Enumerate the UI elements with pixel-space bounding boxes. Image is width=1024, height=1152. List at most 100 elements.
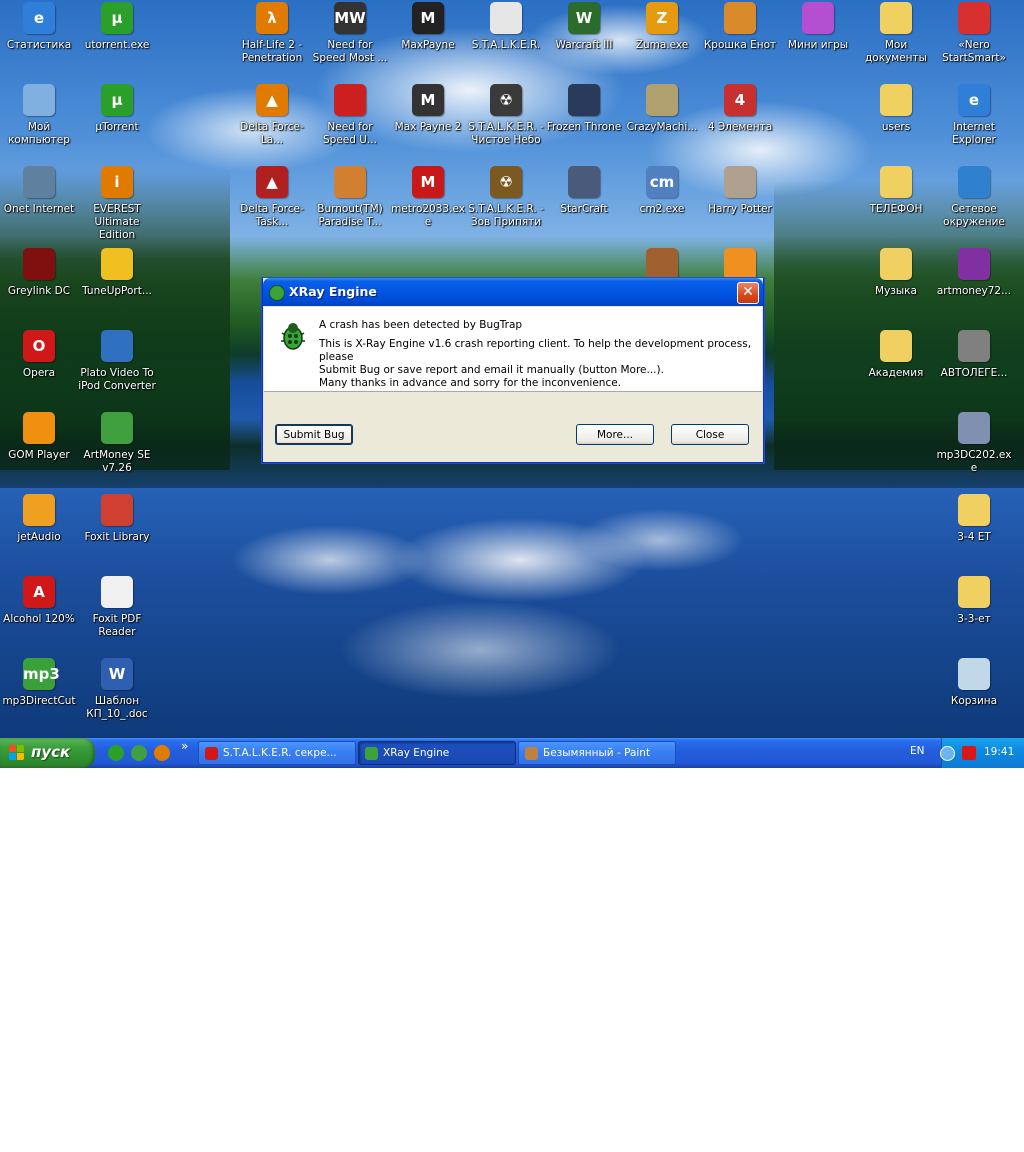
language-indicator[interactable]: EN	[910, 745, 925, 757]
desktop-icon-metro2033-exe[interactable]: Mmetro2033.exe	[389, 166, 467, 229]
desktop-icon-mp3dc202[interactable]: mp3DC202.exe	[935, 412, 1013, 475]
desktop-icon-burnout-paradise[interactable]: Burnout(TM) Paradise T...	[311, 166, 389, 229]
desktop-icon-stalker-chistoe-nebo[interactable]: ☢ S.T.A.L.K.E.R. - Чистое Небо	[467, 84, 545, 147]
desktop-icon-alcohol-120[interactable]: A Alcohol 120%	[0, 576, 78, 626]
close-icon[interactable]: ✕	[737, 282, 759, 304]
desktop-icon-label: µTorrent	[95, 121, 139, 133]
submit-bug-button[interactable]: Submit Bug	[275, 424, 353, 445]
desktop: e Статистика µ utorrent.exe λ Half-Life 2 - P…	[0, 0, 1024, 738]
desktop-icon-everest[interactable]: i EVEREST Ultimate Edition	[78, 166, 156, 242]
desktop-icon-moi-kompyuter[interactable]: Мой компьютер	[0, 84, 78, 147]
task-app-icon	[525, 747, 538, 760]
desktop-icon-harry-potter[interactable]: Harry Potter	[701, 166, 779, 216]
desktop-icon-label: ArtMoney SE v7.26	[83, 449, 151, 474]
desktop-icon-label: StarCraft	[560, 203, 608, 215]
desktop-icon-moi-dokumenty[interactable]: Мои документы	[857, 2, 935, 65]
taskbar-button[interactable]: XRay Engine	[358, 741, 516, 765]
desktop-icon-nero-startsmart[interactable]: «Nero StartSmart»	[935, 2, 1013, 65]
desktop-icon-label: Need for Speed U...	[323, 121, 377, 146]
bug-icon	[269, 285, 285, 301]
muzyka-icon	[880, 248, 912, 280]
desktop-icon-avtolege[interactable]: АВТОЛЕГЕ...	[935, 330, 1013, 380]
desktop-icon-4-elementa[interactable]: 4 4 Элемента	[701, 84, 779, 134]
desktop-icon-statistika[interactable]: e Статистика	[0, 2, 78, 52]
everest-icon: i	[101, 166, 133, 198]
desktop-icon-starcraft[interactable]: StarCraft	[545, 166, 623, 216]
desktop-icon-korzina[interactable]: Корзина	[935, 658, 1013, 708]
mutorrent-icon: µ	[101, 84, 133, 116]
tray-expand-icon[interactable]	[940, 746, 955, 761]
shablon-doc-icon: W	[101, 658, 133, 690]
taskbar-button[interactable]: S.T.A.L.K.E.R. секре...	[198, 741, 356, 765]
desktop-icon-foxit-library[interactable]: Foxit Library	[78, 494, 156, 544]
utorrent-quick-icon[interactable]	[108, 745, 124, 761]
desktop-icon-label: Burnout(TM) Paradise T...	[317, 203, 383, 228]
crash-message: This is X-Ray Engine v1.6 crash reportin…	[319, 338, 759, 390]
desktop-icon-delta-force-task[interactable]: ▲ Delta Force-Task...	[233, 166, 311, 229]
desktop-icon-mutorrent[interactable]: µ µTorrent	[78, 84, 156, 134]
desktop-icon-gom-player[interactable]: GOM Player	[0, 412, 78, 462]
more-button[interactable]: More...	[576, 424, 654, 445]
desktop-icon-cm2-exe[interactable]: cm cm2.exe	[623, 166, 701, 216]
desktop-icon-3-3-et[interactable]: 3-3-ет	[935, 576, 1013, 626]
desktop-icon-mp3directcut[interactable]: mp3 mp3DirectCut	[0, 658, 78, 708]
partial-2-icon	[724, 248, 756, 280]
desktop-icon-opera[interactable]: O Opera	[0, 330, 78, 380]
half-life-2-icon: λ	[256, 2, 288, 34]
utorrent-exe-icon: µ	[101, 2, 133, 34]
tuneup-icon	[101, 248, 133, 280]
desktop-icon-muzyka[interactable]: Музыка	[857, 248, 935, 298]
desktop-icon-delta-force-la[interactable]: ▲ Delta Force-La...	[233, 84, 311, 147]
opera-icon: O	[23, 330, 55, 362]
desktop-icon-greylink-dc[interactable]: Greylink DC	[0, 248, 78, 298]
desktop-icon-setevoe-okruzhenie[interactable]: Сетевое окружение	[935, 166, 1013, 229]
desktop-icon-kroshka-enot[interactable]: Крошка Енот	[701, 2, 779, 52]
desktop-icon-maxpayne[interactable]: M MaxPayne	[389, 2, 467, 52]
start-button[interactable]: пуск	[0, 738, 95, 768]
desktop-icon-label: Шаблон КП_10_.doc	[86, 695, 148, 720]
taskbar-button[interactable]: Безымянный - Paint	[518, 741, 676, 765]
desktop-icon-crazymachi[interactable]: CrazyMachi...	[623, 84, 701, 134]
close-button[interactable]: Close	[671, 424, 749, 445]
mini-igry-icon	[802, 2, 834, 34]
desktop-icon-label: Harry Potter	[708, 203, 772, 215]
plato-video-icon	[101, 330, 133, 362]
everest-quick-icon[interactable]	[154, 745, 170, 761]
desktop-icon-stalker-exe[interactable]: S.T.A.L.K.E.R.	[467, 2, 545, 52]
desktop-icon-max-payne-2[interactable]: M Max Payne 2	[389, 84, 467, 134]
need-for-speed-mw-icon: MW	[334, 2, 366, 34]
desktop-icon-artmoney72[interactable]: artmoney72...	[935, 248, 1013, 298]
desktop-icon-need-for-speed-mw[interactable]: MW Need for Speed Most ...	[311, 2, 389, 65]
desktop-icon-telefon[interactable]: ТЕЛЕФОН	[857, 166, 935, 216]
desktop-icon-3-4-et[interactable]: 3-4 ЕТ	[935, 494, 1013, 544]
desktop-icon-tuneup[interactable]: TuneUpPort...	[78, 248, 156, 298]
desktop-icon-need-for-speed-u[interactable]: Need for Speed U...	[311, 84, 389, 147]
desktop-icon-plato-video[interactable]: Plato Video To iPod Converter	[78, 330, 156, 393]
desktop-icon-half-life-2[interactable]: λ Half-Life 2 - Penetration	[233, 2, 311, 65]
kroshka-enot-icon	[724, 2, 756, 34]
desktop-icon-utorrent-exe[interactable]: µ utorrent.exe	[78, 2, 156, 52]
quick-launch-overflow-icon[interactable]: »	[181, 739, 188, 753]
clock[interactable]: 19:41	[984, 746, 1014, 758]
desktop-icon-foxit-pdf[interactable]: Foxit PDF Reader	[78, 576, 156, 639]
onet-internet-icon	[23, 166, 55, 198]
desktop-icon-zuma-exe[interactable]: Z Zuma.exe	[623, 2, 701, 52]
desktop-icon-label: Frozen Throne	[546, 121, 622, 133]
desktop-icon-shablon-doc[interactable]: W Шаблон КП_10_.doc	[78, 658, 156, 721]
desktop-icon-akademiya[interactable]: Академия	[857, 330, 935, 380]
desktop-icon-stalker-zov-pripyati[interactable]: ☢ S.T.A.L.K.E.R. - Зов Припяти	[467, 166, 545, 229]
desktop-icon-frozen-throne[interactable]: Frozen Throne	[545, 84, 623, 134]
artmoney-quick-icon[interactable]	[131, 745, 147, 761]
telefon-icon	[880, 166, 912, 198]
desktop-icon-jetaudio[interactable]: jetAudio	[0, 494, 78, 544]
foxit-library-icon	[101, 494, 133, 526]
desktop-icon-mini-igry[interactable]: Мини игры	[779, 2, 857, 52]
desktop-icon-internet-explorer[interactable]: e Internet Explorer	[935, 84, 1013, 147]
dialog-titlebar[interactable]: XRay Engine ✕	[263, 278, 763, 306]
kaspersky-tray-icon[interactable]	[962, 746, 976, 760]
windows-flag-icon	[9, 745, 25, 761]
desktop-icon-onet-internet[interactable]: Onet Internet	[0, 166, 78, 216]
desktop-icon-artmoney-se[interactable]: ArtMoney SE v7.26	[78, 412, 156, 475]
desktop-icon-warcraft-iii[interactable]: W Warcraft III	[545, 2, 623, 52]
desktop-icon-users[interactable]: users	[857, 84, 935, 134]
